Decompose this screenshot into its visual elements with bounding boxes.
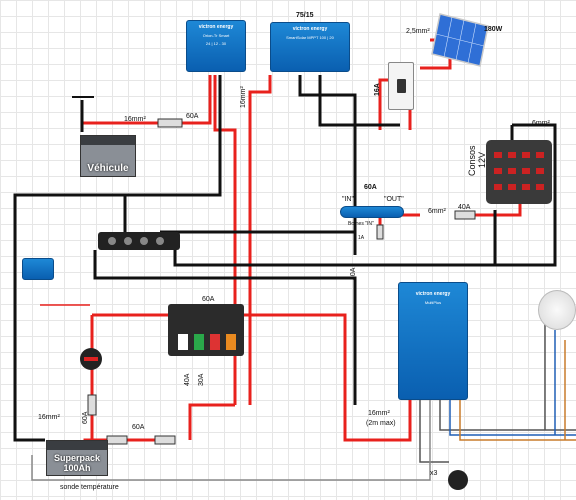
busbar-fuse-label: 60A	[202, 296, 215, 303]
temp-sensor-label: sonde température	[60, 484, 119, 491]
dcdc-charger: victron energy Orion-Tr Smart 24 | 12 - …	[186, 20, 246, 72]
dcdc-brand: victron energy	[198, 24, 234, 30]
inverter-model: MultiPlus	[424, 300, 442, 305]
fuse-30a-v-label: 30A	[198, 373, 205, 386]
circuit-breaker	[388, 62, 414, 110]
vehicle-fuse-label: 60A	[186, 113, 199, 120]
mppt-brand: victron energy	[292, 26, 328, 32]
cutoff-switch	[80, 348, 102, 370]
usb-socket	[448, 470, 468, 490]
mppt-model-label: 75/15	[296, 12, 314, 19]
fuse-60a-mid-label: 60A	[364, 184, 377, 191]
fuse-box	[486, 140, 552, 204]
batt-fuse-label: 60A	[132, 424, 145, 431]
conso-wire-label: 6mm²	[532, 120, 550, 127]
dcdc-spec: 24 | 12 - 30	[205, 41, 227, 46]
mppt-controller: victron energy SmartSolar MPPT 100 | 20	[270, 22, 350, 72]
fuse-box-slots	[494, 152, 544, 190]
solar-panel-icon	[431, 13, 489, 67]
vehicle-battery-label: Véhicule	[87, 163, 129, 174]
out-label: "OUT"	[384, 196, 404, 203]
vehicle-battery: Véhicule	[80, 135, 136, 177]
vehicle-wire-label: 16mm²	[124, 116, 146, 123]
x3-label: x3	[430, 470, 438, 477]
dcdc-model: Orion-Tr Smart	[202, 33, 230, 38]
wire-6mm-b-label: 6mm²	[428, 208, 446, 215]
vehicle-ground-icon	[72, 96, 94, 102]
inverter-wire-note: (2m max)	[366, 420, 396, 427]
panel-wire-label: 2,5mm²	[406, 28, 430, 35]
fuse-block	[168, 304, 244, 356]
battery-protect	[340, 206, 404, 218]
consos-label: Consos	[467, 145, 477, 176]
mppt-model: SmartSolar MPPT 100 | 20	[286, 35, 334, 40]
fuse-40a-v-label: 40A	[184, 373, 191, 386]
dcdc-wire-label: 16mm²	[240, 86, 247, 108]
breaker-lever	[397, 79, 406, 93]
inverter-wire-label: 16mm²	[368, 410, 390, 417]
in-label: "IN"	[342, 196, 354, 203]
solar-panel	[430, 12, 490, 68]
inverter-40a-label: 40A	[350, 267, 357, 280]
battery-monitor	[22, 258, 54, 280]
fuse-1a-label: 1A	[358, 235, 365, 241]
inverter-brand: victron energy	[415, 291, 451, 297]
aux-battery-label-2: 100Ah	[63, 463, 91, 473]
busbar	[98, 232, 180, 250]
ceiling-light	[538, 290, 576, 330]
batt-wire-label: 16mm²	[38, 414, 60, 421]
switch-label: Bornes "IN"	[348, 221, 374, 227]
panel-power-label: 180W	[484, 26, 503, 33]
aux-battery-label-1: Superpack	[53, 453, 101, 463]
ac-wires	[31, 304, 576, 481]
inverter-charger: victron energy MultiPlus	[398, 282, 468, 400]
fuse-40a-label: 40A	[458, 204, 471, 211]
negative-wires	[13, 75, 557, 442]
wiring-diagram	[13, 38, 576, 481]
fuse-60a-left-label: 60A	[82, 411, 89, 424]
aux-battery: Superpack 100Ah	[46, 440, 108, 476]
breaker-rating-label: 16A	[374, 83, 381, 96]
